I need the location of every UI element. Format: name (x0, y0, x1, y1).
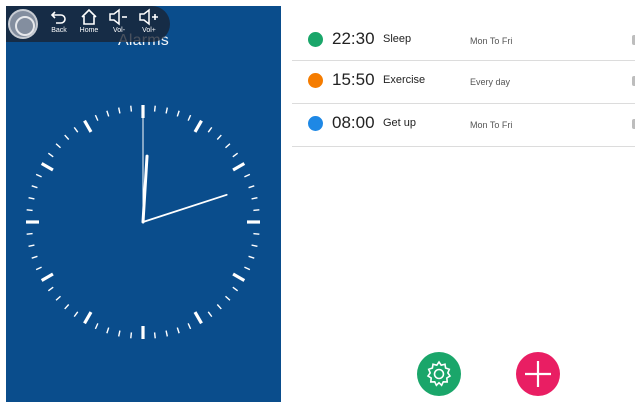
alarm-color-dot (308, 116, 323, 131)
clock-minute-tick (207, 311, 213, 318)
clock-hour-tick (83, 311, 93, 325)
alarm-time: 22:30 (332, 29, 375, 48)
clock-minute-tick (225, 143, 231, 149)
clock-minute-tick (35, 266, 42, 271)
clock-minute-tick (64, 304, 70, 310)
clock-minute-tick (251, 244, 258, 248)
clock-minute-tick (106, 327, 110, 334)
clock-minute-tick (94, 323, 99, 330)
gear-icon (426, 360, 452, 387)
clock-minute-tick (153, 105, 156, 112)
clock-minute-tick (225, 295, 231, 301)
clock-minute-tick (253, 232, 260, 235)
clock-minute-tick (55, 143, 61, 149)
clock-minute-tick (117, 107, 121, 114)
alarm-color-dot (308, 73, 323, 88)
clock-minute-tick (26, 209, 33, 212)
alarm-row[interactable]: 22:30 Sleep Mon To Fri (292, 20, 635, 61)
alarm-name: Sleep (383, 33, 412, 45)
app-frame: Alarms Back Home Vol- (0, 0, 635, 402)
back-button[interactable]: Back (44, 8, 74, 40)
volume-up-label: Vol+ (142, 27, 156, 34)
clock-minute-tick (73, 311, 79, 318)
analog-clock (26, 105, 260, 339)
clock-minute-tick (251, 196, 258, 200)
clock-hour-tick (40, 272, 54, 282)
clock-minute-tick (187, 323, 192, 330)
home-icon (81, 8, 97, 25)
back-icon (50, 11, 66, 24)
clock-minute-tick (31, 185, 38, 189)
clock-hour-tick (83, 119, 93, 133)
alarm-row[interactable]: 08:00 Get up Mon To Fri (292, 104, 635, 147)
alarm-row[interactable]: 15:50 Exercise Every day (292, 61, 635, 104)
clock-minute-tick (130, 105, 133, 112)
clock-minute-tick (253, 209, 260, 212)
clock-minute-tick (94, 114, 99, 121)
clock-minute-tick (207, 126, 213, 133)
volume-down-icon (109, 8, 127, 26)
clock-minute-tick (35, 173, 42, 178)
back-label: Back (51, 27, 67, 34)
alarm-list: 22:30 Sleep Mon To Fri 15:50 Exercise Ev… (292, 20, 635, 147)
alarm-time: 08:00 (332, 113, 375, 132)
clock-minute-tick (232, 286, 239, 292)
clock-minute-tick (232, 152, 239, 158)
clock-minute-tick (47, 286, 54, 292)
clock-hour-hand (141, 154, 149, 224)
clock-minute-tick (165, 330, 169, 337)
clock-minute-tick (187, 114, 192, 121)
settings-button[interactable] (417, 352, 461, 396)
clock-panel: Alarms (6, 6, 281, 402)
clock-minute-tick (248, 255, 255, 259)
home-label: Home (79, 27, 99, 34)
clock-minute-tick (248, 185, 255, 189)
clock-minute-tick (28, 244, 35, 248)
plus-icon (525, 361, 551, 387)
add-alarm-button[interactable] (516, 352, 560, 396)
clock-minute-tick (153, 332, 156, 339)
clock-minute-tick (216, 304, 222, 310)
alarm-name: Get up (383, 117, 417, 129)
clock-hour-tick (193, 311, 203, 325)
volume-up-icon (139, 8, 158, 26)
clock-minute-tick (216, 134, 222, 140)
clock-hour-tick (232, 162, 246, 172)
assistive-ball[interactable] (8, 9, 38, 39)
alarm-repeat: Mon To Fri (470, 120, 513, 130)
alarm-repeat: Mon To Fri (470, 36, 513, 46)
volume-down-button[interactable]: Vol- (104, 8, 134, 40)
clock-minute-tick (47, 152, 54, 158)
clock-hour-tick (193, 119, 203, 133)
clock-minute-tick (73, 126, 79, 133)
clock-minute-tick (244, 266, 251, 271)
clock-minute-tick (165, 107, 169, 114)
clock-hour-tick (40, 162, 54, 172)
clock-minute-tick (26, 232, 33, 235)
alarm-time: 15:50 (332, 70, 375, 89)
volume-down-label: Vol- (112, 27, 126, 34)
clock-minute-tick (130, 332, 133, 339)
clock-minute-tick (117, 330, 121, 337)
clock-minute-tick (176, 110, 180, 117)
clock-minute-tick (176, 327, 180, 334)
clock-minute-tick (244, 173, 251, 178)
clock-minute-tick (64, 134, 70, 140)
volume-up-button[interactable]: Vol+ (134, 8, 164, 40)
nav-overlay: Back Home Vol- Vol+ (6, 6, 170, 42)
clock-hour-tick (232, 272, 246, 282)
clock-minute-hand (142, 193, 228, 223)
clock-minute-tick (55, 295, 61, 301)
alarm-color-dot (308, 32, 323, 47)
home-button[interactable]: Home (74, 8, 104, 40)
alarm-repeat: Every day (470, 77, 511, 87)
clock-minute-tick (31, 255, 38, 259)
clock-minute-tick (28, 196, 35, 200)
alarm-name: Exercise (383, 74, 426, 86)
clock-minute-tick (106, 110, 110, 117)
